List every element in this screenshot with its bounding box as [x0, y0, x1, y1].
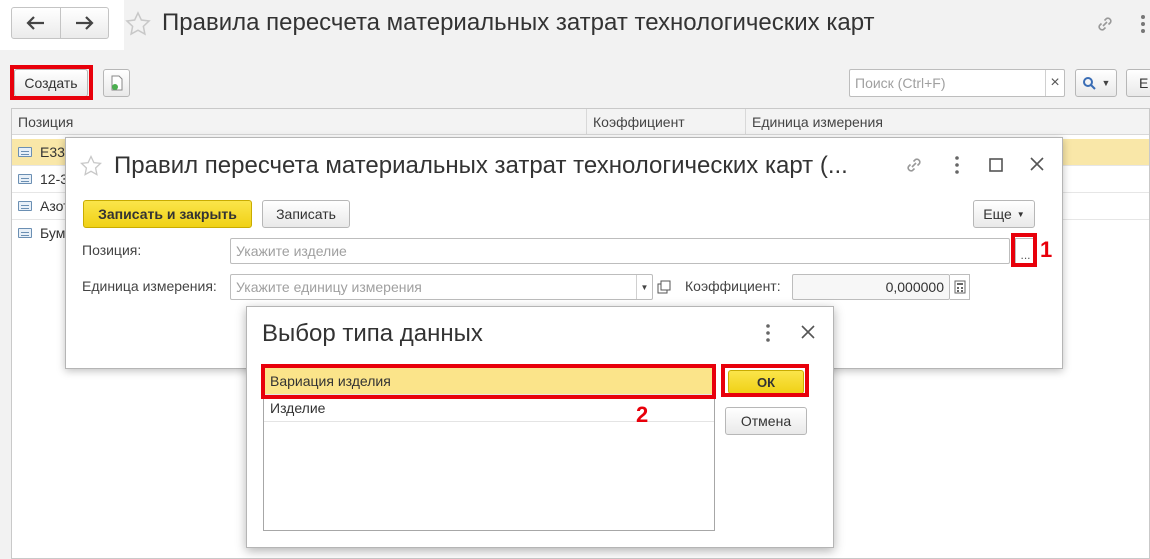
more-vertical-icon[interactable]	[763, 322, 773, 344]
coefficient-label: Коэффициент:	[685, 278, 781, 294]
favorite-star-icon[interactable]	[124, 10, 152, 38]
ellipsis-icon: ...	[1020, 248, 1031, 262]
save-button[interactable]: Записать	[262, 200, 350, 228]
cancel-button[interactable]: Отмена	[725, 407, 807, 435]
unit-placeholder: Укажите единицу измерения	[236, 279, 422, 295]
select-type-button[interactable]: ...	[1015, 238, 1036, 264]
open-window-icon	[657, 280, 671, 294]
search-field[interactable]: Поиск (Ctrl+F) ×	[849, 69, 1065, 97]
type-list: Вариация изделия Изделие	[263, 367, 715, 531]
chevron-down-icon: ▼	[1101, 78, 1111, 88]
position-input[interactable]: Укажите изделие	[230, 238, 1010, 264]
more-button-label: Еще	[983, 206, 1012, 222]
more-button[interactable]: Еще ▼	[973, 200, 1035, 228]
document-add-icon	[111, 75, 122, 91]
column-header-unit[interactable]: Единица измерения	[752, 114, 883, 130]
copy-button[interactable]	[103, 69, 130, 97]
create-button[interactable]: Создать	[14, 69, 88, 97]
column-header-position[interactable]: Позиция	[18, 114, 73, 130]
unit-dropdown-button[interactable]: ▼	[636, 275, 652, 299]
annotation-marker-1: 1	[1040, 237, 1053, 262]
close-icon[interactable]	[1029, 156, 1045, 172]
catalog-item-icon	[18, 201, 32, 211]
more-button-main[interactable]: Е	[1126, 69, 1150, 97]
search-placeholder: Поиск (Ctrl+F)	[855, 75, 946, 91]
calculator-icon	[954, 280, 965, 294]
annotation-marker-2: 2	[636, 402, 649, 427]
ok-button[interactable]: ОК	[728, 370, 804, 394]
open-unit-button[interactable]	[655, 275, 673, 299]
more-button-main-label: Е	[1139, 75, 1149, 91]
calculator-button[interactable]	[950, 274, 970, 300]
form-title: Правил пересчета материальных затрат тех…	[114, 152, 848, 179]
close-small-icon: ×	[1050, 74, 1060, 91]
save-and-close-button[interactable]: Записать и закрыть	[83, 200, 252, 228]
link-icon[interactable]	[903, 154, 925, 176]
table-header: Позиция Коэффициент Единица измерения	[12, 109, 1149, 135]
arrow-right-icon	[76, 16, 94, 30]
search-button[interactable]: ▼	[1075, 69, 1117, 97]
back-button[interactable]	[12, 8, 61, 38]
list-item[interactable]: Вариация изделия	[264, 368, 714, 395]
nav-buttons	[11, 7, 109, 39]
dialog-title: Выбор типа данных	[262, 320, 483, 347]
position-placeholder: Укажите изделие	[236, 243, 347, 259]
type-selection-dialog: Выбор типа данных Вариация изделия Издел…	[246, 306, 834, 548]
unit-label: Единица измерения:	[82, 278, 217, 294]
page-title: Правила пересчета материальных затрат те…	[162, 9, 875, 36]
catalog-item-icon	[18, 147, 32, 157]
more-vertical-icon[interactable]	[1138, 12, 1148, 36]
link-icon[interactable]	[1094, 13, 1116, 35]
table-cell-position: 12-3	[40, 171, 69, 187]
position-label: Позиция:	[82, 242, 142, 258]
maximize-icon[interactable]	[988, 157, 1004, 173]
catalog-item-icon	[18, 174, 32, 184]
forward-button[interactable]	[61, 8, 109, 38]
table-cell-position: Бум	[40, 225, 66, 241]
search-clear-button[interactable]: ×	[1045, 70, 1064, 96]
chevron-down-icon: ▼	[1016, 209, 1025, 219]
coefficient-input[interactable]: 0,000000	[792, 274, 950, 300]
more-vertical-icon[interactable]	[952, 154, 962, 176]
search-icon	[1082, 77, 1096, 90]
table-cell-position: Е33	[40, 144, 65, 160]
arrow-left-icon	[26, 16, 44, 30]
catalog-item-icon	[18, 228, 32, 238]
unit-input[interactable]: Укажите единицу измерения	[230, 274, 653, 300]
chevron-down-icon: ▼	[640, 282, 649, 292]
coefficient-value: 0,000000	[885, 279, 944, 295]
column-header-coefficient[interactable]: Коэффициент	[593, 114, 685, 130]
favorite-star-icon[interactable]	[79, 154, 103, 178]
close-icon[interactable]	[800, 324, 816, 340]
